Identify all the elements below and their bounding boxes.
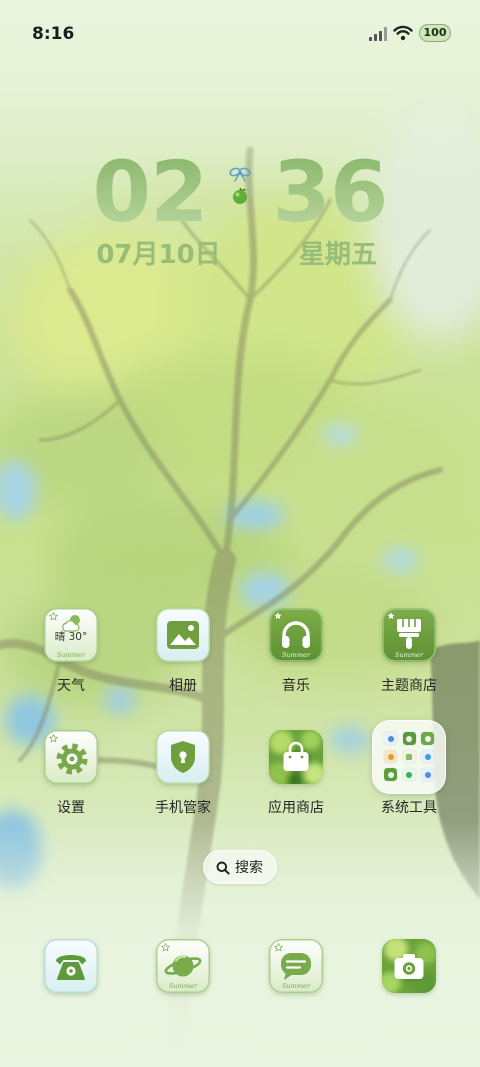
app-label-phone-manager: 手机管家	[155, 800, 211, 816]
shield-icon[interactable]	[156, 730, 210, 784]
clock-widget[interactable]: 02 36 07月10日 星期五	[80, 138, 400, 278]
folder-app-icon	[384, 768, 397, 781]
folder-app-icon	[421, 768, 434, 781]
folder-app-icon	[402, 750, 416, 763]
app-label-app-store: 应用商店	[268, 800, 324, 816]
apple-bow-icon	[229, 167, 251, 204]
shopping-bag-icon[interactable]	[269, 730, 323, 784]
message-icon[interactable]: Summer	[269, 939, 323, 993]
app-label-settings: 设置	[57, 800, 85, 816]
folder-app-icon	[421, 750, 434, 763]
clock-date: 07月10日	[96, 240, 221, 270]
app-system-tools-folder[interactable]: 系统工具	[359, 720, 459, 816]
app-theme-store[interactable]: Summer 主题商店	[359, 608, 459, 700]
signal-icon	[369, 27, 387, 41]
clock-weekday: 星期五	[298, 240, 377, 270]
search-icon	[216, 861, 230, 875]
folder-app-icon	[384, 732, 397, 745]
folder-icon[interactable]	[372, 720, 446, 794]
phone-icon[interactable]	[44, 939, 98, 993]
weather-summary: 晴 30°	[54, 631, 88, 643]
browser-icon[interactable]: Summer	[156, 939, 210, 993]
app-label-theme-store: 主题商店	[381, 678, 437, 694]
app-label-system-tools: 系统工具	[381, 800, 437, 816]
clock-hour: 02	[90, 144, 210, 240]
icon-brand-text: Summer	[57, 651, 85, 659]
icon-brand-text: Summer	[282, 651, 310, 659]
search-label: 搜索	[235, 860, 263, 876]
folder-preview-grid	[384, 732, 434, 782]
app-label-weather: 天气	[57, 678, 85, 694]
clock-minute: 36	[270, 144, 390, 240]
icon-brand-text: Summer	[169, 982, 197, 990]
battery-level: 100	[423, 26, 447, 39]
app-gallery[interactable]: 相册	[133, 608, 233, 700]
app-app-store[interactable]: 应用商店	[246, 730, 346, 822]
folder-app-icon	[402, 732, 416, 745]
app-settings[interactable]: 设置	[21, 730, 121, 822]
folder-app-icon	[421, 732, 434, 745]
app-phone-manager[interactable]: 手机管家	[133, 730, 233, 822]
folder-app-icon	[384, 750, 397, 763]
app-label-gallery: 相册	[169, 678, 197, 694]
weather-icon[interactable]: 晴 30° Summer	[44, 608, 98, 662]
paintbrush-icon[interactable]: Summer	[382, 608, 436, 662]
status-time: 8:16	[32, 24, 75, 44]
home-screen: 8:16 100 02 36 07月10日 星期五 晴 30° Summer 天…	[0, 0, 480, 1067]
camera-icon[interactable]	[382, 939, 436, 993]
search-button[interactable]: 搜索	[203, 850, 277, 884]
app-weather[interactable]: 晴 30° Summer 天气	[21, 608, 121, 700]
folder-app-icon	[402, 768, 416, 781]
icon-brand-text: Summer	[282, 982, 310, 990]
gear-icon[interactable]	[44, 730, 98, 784]
wifi-icon	[393, 25, 413, 41]
battery-icon: 100	[419, 24, 451, 42]
gallery-icon[interactable]	[156, 608, 210, 662]
app-music[interactable]: Summer 音乐	[246, 608, 346, 700]
headphones-icon[interactable]: Summer	[269, 608, 323, 662]
app-label-music: 音乐	[282, 678, 310, 694]
icon-brand-text: Summer	[395, 651, 423, 659]
